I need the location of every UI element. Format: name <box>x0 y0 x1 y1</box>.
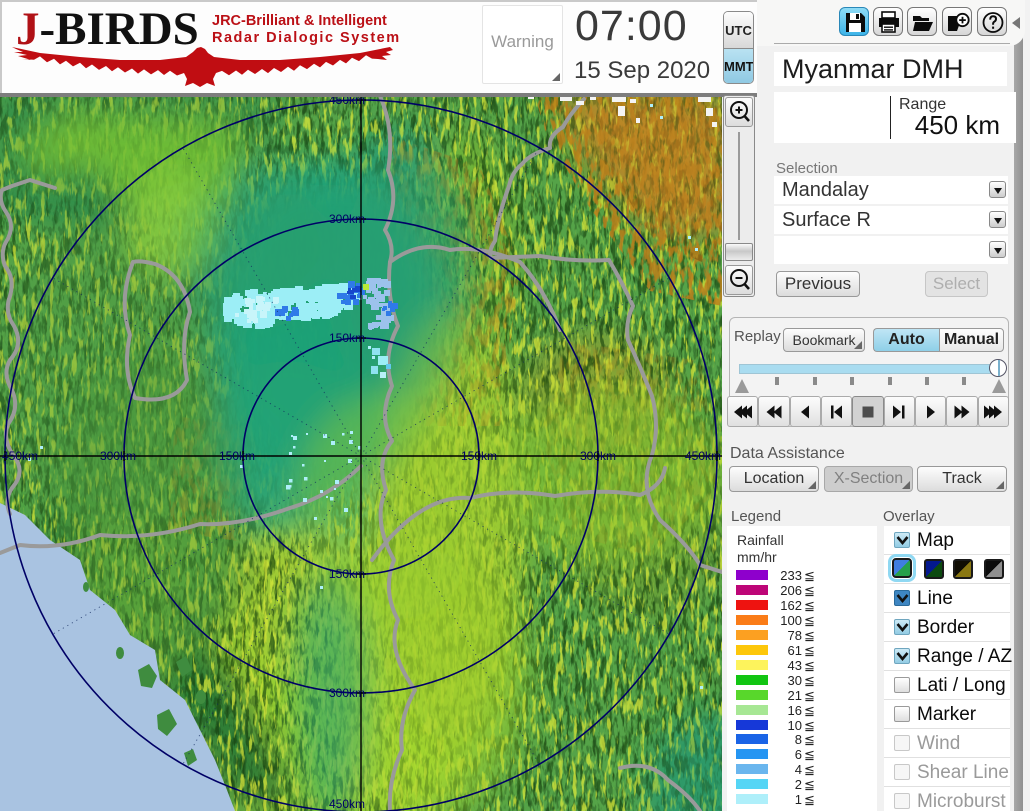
svg-text:150km: 150km <box>329 567 365 581</box>
svg-text:450km: 450km <box>2 449 38 463</box>
svg-text:Radar Dialogic System: Radar Dialogic System <box>212 30 401 46</box>
svg-text:JRC-Brilliant & Intelligent: JRC-Brilliant & Intelligent <box>212 13 387 29</box>
svg-text:450km: 450km <box>685 449 721 463</box>
svg-text:J-BIRDS: J-BIRDS <box>16 3 199 55</box>
svg-text:300km: 300km <box>329 686 365 700</box>
svg-text:300km: 300km <box>329 212 365 226</box>
svg-text:300km: 300km <box>100 449 136 463</box>
svg-text:450km: 450km <box>329 797 365 811</box>
svg-text:300km: 300km <box>580 449 616 463</box>
svg-text:150km: 150km <box>219 449 255 463</box>
svg-text:150km: 150km <box>461 449 497 463</box>
svg-text:150km: 150km <box>329 331 365 345</box>
svg-text:450km: 450km <box>329 96 365 107</box>
